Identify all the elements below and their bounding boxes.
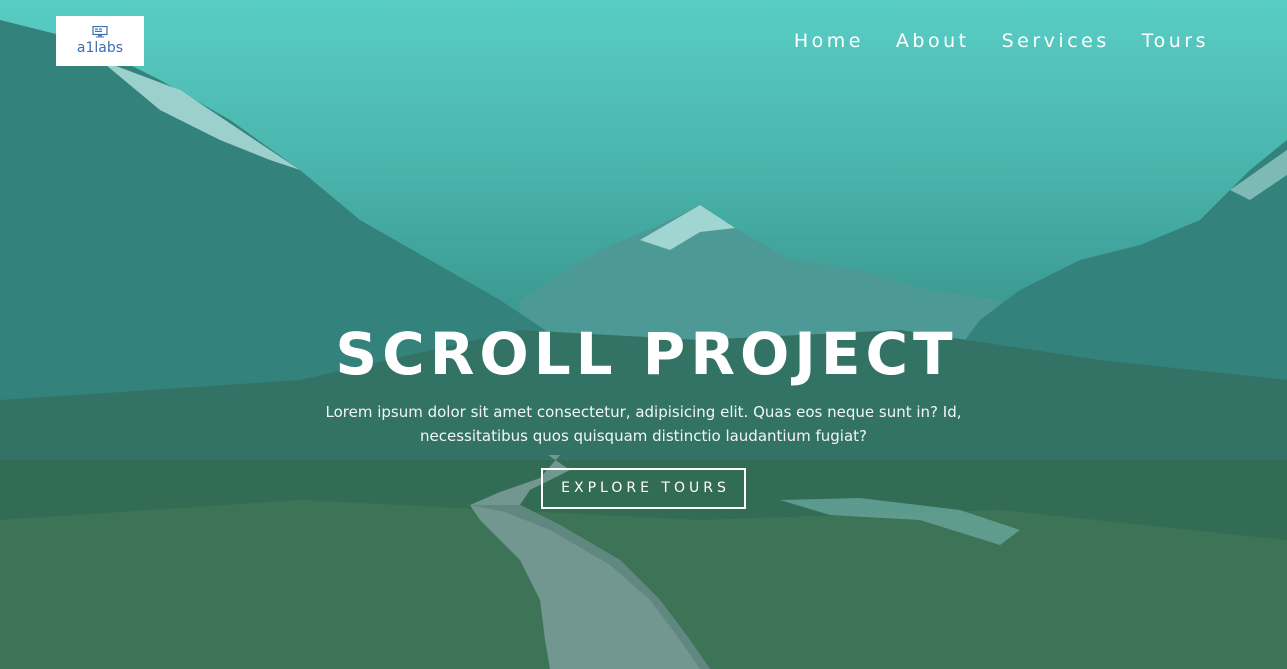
logo-link[interactable]: a1labs [56,16,144,66]
hero-title: SCROLL PROJECT [335,320,958,388]
nav-link-services[interactable]: Services [1002,29,1110,53]
hero-section: a1labs Home About Services Tours SCROLL … [0,0,1287,669]
nav-link-home[interactable]: Home [794,29,864,53]
logo-text: a1labs [76,40,124,56]
nav-links: Home About Services Tours [762,29,1209,53]
hero-subtitle: Lorem ipsum dolor sit amet consectetur, … [325,403,962,445]
hero-banner: SCROLL PROJECT Lorem ipsum dolor sit ame… [0,318,1287,509]
navbar: a1labs Home About Services Tours [0,0,1287,84]
monitor-icon [92,26,108,38]
nav-link-about[interactable]: About [896,29,970,53]
nav-link-tours[interactable]: Tours [1142,29,1209,53]
explore-tours-button[interactable]: EXPLORE TOURS [541,468,746,509]
